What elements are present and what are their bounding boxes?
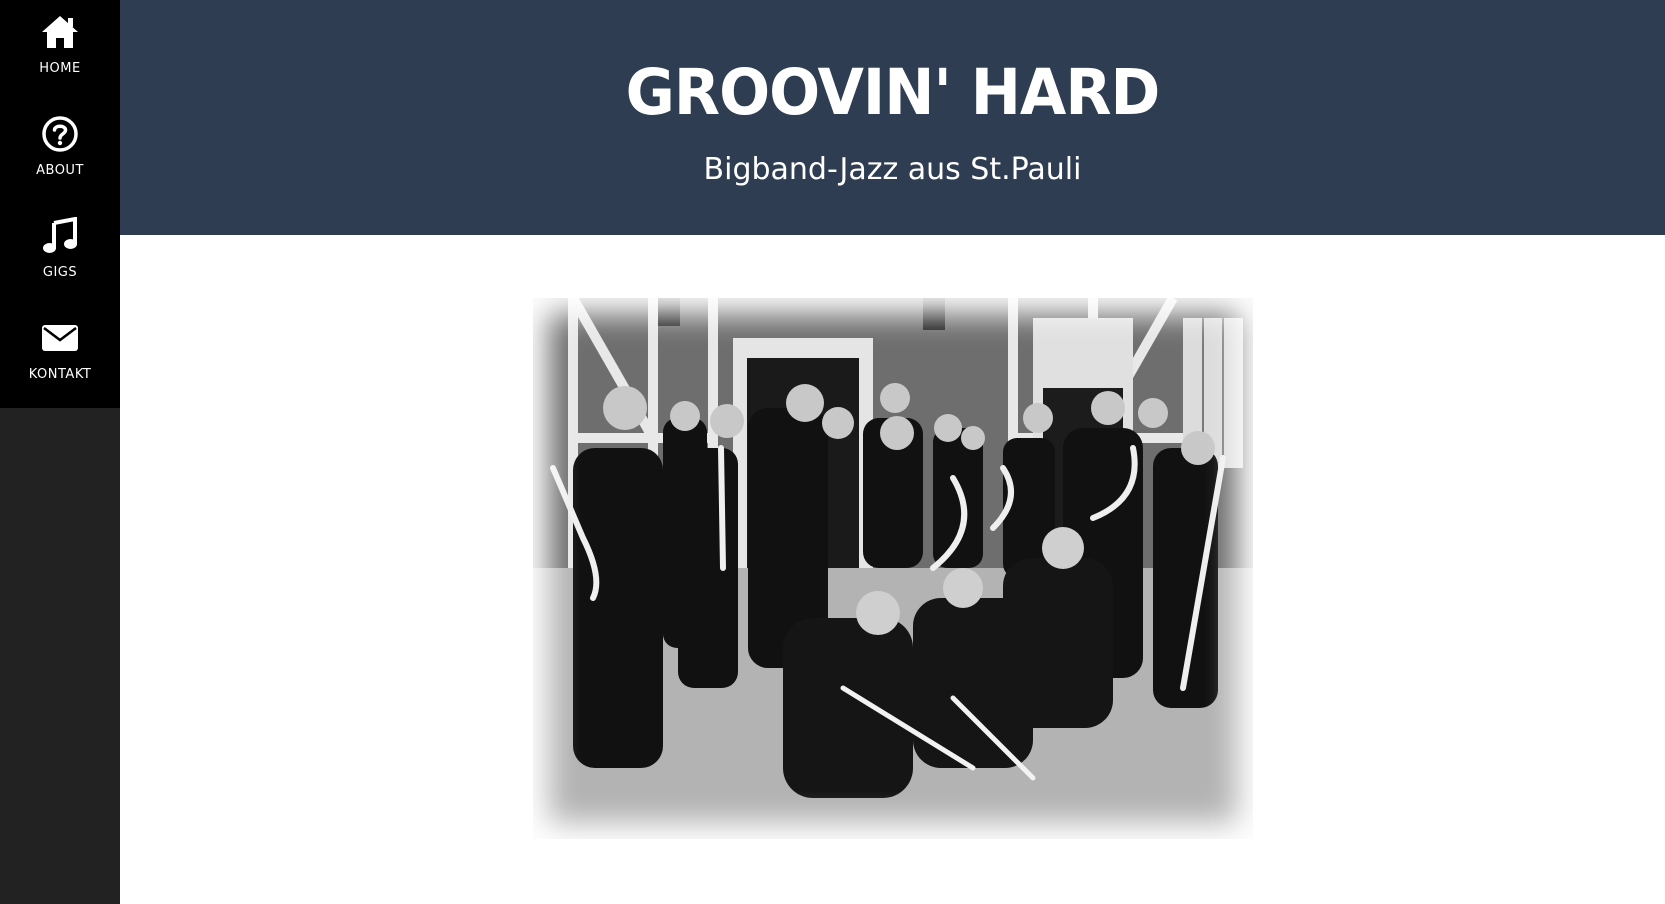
page-title: GROOVIN' HARD [625, 56, 1161, 130]
sidebar-item-kontakt[interactable]: KONTAKT [0, 306, 120, 408]
sidebar-item-label: GIGS [42, 265, 78, 280]
sidebar-item-gigs[interactable]: GIGS [0, 204, 120, 306]
sidebar-item-home[interactable]: HOME [0, 0, 120, 102]
sidebar-item-about[interactable]: ABOUT [0, 102, 120, 204]
envelope-icon [40, 318, 80, 358]
sidebar-item-label: KONTAKT [28, 367, 92, 382]
header: GROOVIN' HARD Bigband-Jazz aus St.Pauli [120, 0, 1665, 235]
sidebar-nav: HOME ABOUT GIGS KONTAKT [0, 0, 120, 408]
sidebar-item-label: ABOUT [36, 163, 84, 178]
sidebar-item-label: HOME [39, 61, 81, 76]
band-photo [533, 298, 1253, 839]
question-circle-icon [40, 114, 80, 154]
music-note-icon [40, 216, 80, 256]
sidebar: HOME ABOUT GIGS KONTAKT [0, 0, 120, 904]
home-icon [40, 12, 80, 52]
page-subtitle: Bigband-Jazz aus St.Pauli [703, 152, 1082, 187]
page: HOME ABOUT GIGS KONTAKT GROOVIN' HARD Bi… [0, 0, 1665, 904]
